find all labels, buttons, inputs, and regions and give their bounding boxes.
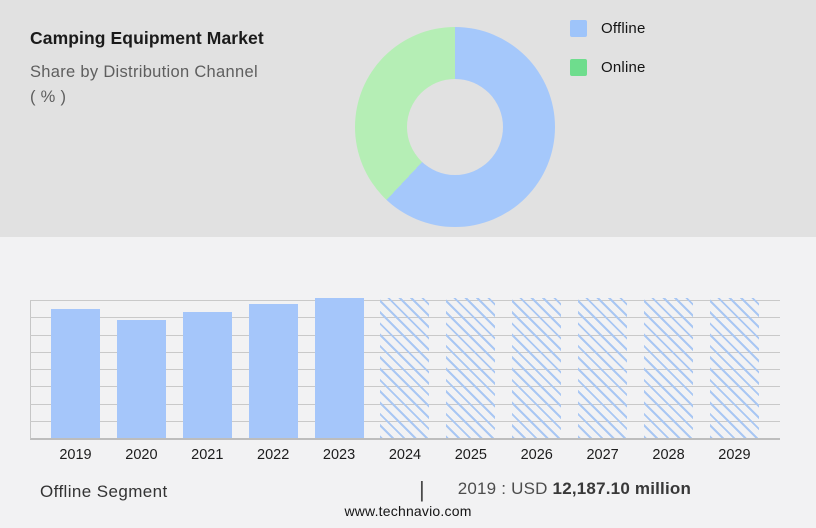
bar-2026 <box>512 298 562 438</box>
header-panel: Camping Equipment Market Share by Distri… <box>0 0 816 237</box>
bar-2024 <box>380 298 430 438</box>
year-label-2022: 2022 <box>257 447 290 463</box>
page-subtitle: Share by Distribution Channel <box>30 63 258 81</box>
bar-2029 <box>709 298 759 438</box>
year-label-2027: 2027 <box>586 447 619 463</box>
footer-value-bold: 12,187.10 million <box>552 479 692 498</box>
bar-2023 <box>314 298 364 438</box>
bar-chart-plot-area: 2019 2020 2021 2022 2023 2024 2025 2026 2027 2028… <box>30 298 780 463</box>
footer-separator: | <box>419 477 425 502</box>
bar-2019 <box>51 308 100 438</box>
donut-chart <box>355 27 555 227</box>
bar-slot-2024: 2024 <box>380 298 430 463</box>
bar-slot-2022: 2022 <box>248 298 298 463</box>
title-block: Camping Equipment Market Share by Distri… <box>30 28 350 110</box>
bars-row: 2019 2020 2021 2022 2023 2024 2025 2026 2027 2028… <box>51 298 759 463</box>
bar-2028 <box>644 298 694 438</box>
footer-segment-label: Offline Segment <box>40 482 168 501</box>
year-label-2029: 2029 <box>718 447 751 463</box>
legend-swatch-offline <box>570 19 587 37</box>
year-label-2019: 2019 <box>59 447 92 463</box>
year-label-2020: 2020 <box>125 447 158 463</box>
year-label-2026: 2026 <box>520 447 553 463</box>
legend-label-online: Online <box>601 58 646 76</box>
bar-2027 <box>578 298 628 438</box>
footer-value-row: | 2019 : USD 12,187.10 million <box>419 479 691 501</box>
year-label-2021: 2021 <box>191 447 224 463</box>
bar-slot-2029: 2029 <box>709 298 759 463</box>
year-label-2025: 2025 <box>454 447 487 463</box>
page-title: Camping Equipment Market <box>30 28 264 48</box>
legend-swatch-online <box>570 58 587 76</box>
percent-unit-label: ( % ) <box>30 88 67 106</box>
bar-2021 <box>182 311 232 438</box>
donut-legend: Offline Online <box>570 18 646 96</box>
bar-slot-2026: 2026 <box>512 298 562 463</box>
website-url: www.technavio.com <box>344 503 472 519</box>
bar-2022 <box>248 304 298 438</box>
footer-value: 2019 : USD 12,187.10 million <box>458 479 691 499</box>
bar-2025 <box>446 298 496 438</box>
bar-2020 <box>116 319 166 438</box>
donut-hole <box>407 79 503 175</box>
bar-slot-2019: 2019 <box>51 298 100 463</box>
footer-value-prefix: 2019 : USD <box>457 479 548 498</box>
bar-slot-2020: 2020 <box>116 298 166 463</box>
year-label-2028: 2028 <box>652 447 685 463</box>
year-label-2024: 2024 <box>388 447 422 463</box>
legend-item-offline: Offline <box>570 18 646 38</box>
year-label-2023: 2023 <box>322 447 356 463</box>
bar-slot-2028: 2028 <box>644 298 694 463</box>
bar-slot-2023: 2023 <box>314 298 364 463</box>
legend-item-online: Online <box>570 57 646 77</box>
bar-slot-2027: 2027 <box>578 298 628 463</box>
bar-slot-2021: 2021 <box>182 298 232 463</box>
legend-label-offline: Offline <box>601 19 646 37</box>
bar-slot-2025: 2025 <box>446 298 496 463</box>
